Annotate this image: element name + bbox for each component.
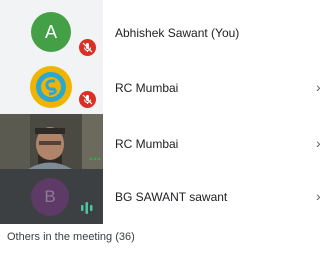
participant-row[interactable]: B BG SAWANT sawant ›: [0, 169, 323, 224]
participant-name: BG SAWANT sawant: [115, 190, 228, 204]
participant-row[interactable]: RC Mumbai ›: [0, 57, 323, 114]
participant-row[interactable]: RC Mumbai ›: [0, 114, 323, 169]
others-section-heading: Others in the meeting (36): [7, 231, 135, 243]
chevron-right-icon[interactable]: ›: [316, 188, 321, 204]
avatar: B: [31, 178, 69, 216]
more-options-icon[interactable]: [89, 152, 101, 169]
participant-tile: [0, 57, 103, 114]
speaking-icon: [80, 201, 94, 220]
mic-muted-icon: [79, 91, 96, 108]
logo-icon: [30, 66, 72, 108]
participant-name: Abhishek Sawant (You): [115, 26, 240, 40]
chevron-right-icon[interactable]: ›: [316, 79, 321, 95]
participant-tile: B: [0, 169, 103, 224]
participant-name: RC Mumbai: [115, 81, 179, 95]
avatar: A: [31, 12, 71, 52]
participant-video: [0, 114, 103, 169]
chevron-right-icon[interactable]: ›: [316, 135, 321, 151]
participant-tile: A: [0, 0, 103, 57]
participant-name: RC Mumbai: [115, 137, 179, 151]
mic-muted-icon: [79, 39, 96, 56]
participant-row-self[interactable]: A Abhishek Sawant (You): [0, 0, 323, 57]
